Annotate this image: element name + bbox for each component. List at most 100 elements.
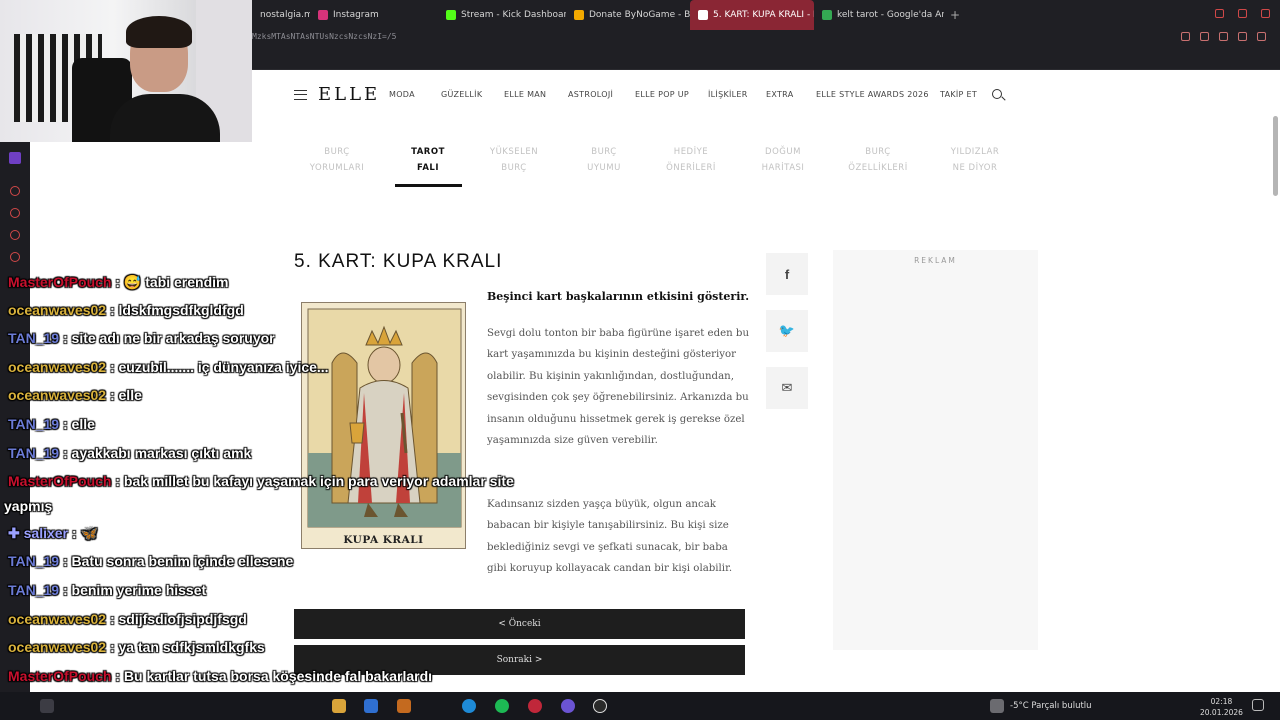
tab-label: kelt tarot - Google'da Ara (837, 10, 944, 20)
notification-icon[interactable] (1252, 699, 1264, 711)
browser-tab[interactable]: nostalgia.mix (252, 0, 310, 30)
clock-icon[interactable] (10, 208, 20, 218)
tab-favicon-icon (318, 10, 328, 20)
chat-message: oceanwaves02 : sdijfsdiofjsipdjfsgd (8, 611, 247, 627)
extensions-icon[interactable] (1200, 32, 1209, 41)
subtab-burc-yorumlari[interactable]: BURÇ YORUMLARI (297, 144, 377, 176)
subtab-hediye-onerileri[interactable]: HEDİYE ÖNERİLERİ (651, 144, 731, 176)
nav-item-style-awards[interactable]: ELLE STYLE AWARDS 2026 (816, 90, 929, 99)
chat-text: : elle (109, 387, 142, 403)
subtab-yukselen-burc[interactable]: YÜKSELEN BURÇ (474, 144, 554, 176)
chat-message: TAN_19 : Batu sonra benim içinde ellesen… (8, 553, 293, 569)
ad-label: REKLAM (914, 256, 957, 265)
chat-text: : benim yerime hisset (62, 582, 207, 598)
github-icon[interactable] (593, 699, 607, 713)
facebook-icon[interactable]: f (766, 253, 808, 295)
weather-icon (990, 699, 1004, 713)
chat-message: oceanwaves02 : ya tan sdfkjsmldkgfks (8, 639, 265, 655)
nav-item-extra[interactable]: EXTRA (766, 90, 794, 99)
browser-tab[interactable]: 5. KART: KUPA KRALI - EL (690, 0, 814, 30)
browser-tab-bar: nostalgia.mix Instagram Stream - Kick Dash… (252, 0, 1280, 30)
close-icon[interactable] (1261, 9, 1270, 18)
maximize-icon[interactable] (1238, 9, 1247, 18)
subtab-burc-ozellikleri[interactable]: BURÇ ÖZELLİKLERİ (838, 144, 918, 176)
weather-text[interactable]: -5°C Parçalı bulutlu (1010, 701, 1092, 711)
chat-text: : site adı ne bir arkadaş soruyor (62, 330, 275, 346)
nav-item-astroloji[interactable]: ASTROLOJİ (568, 90, 613, 99)
tab-label: nostalgia.mix (260, 10, 310, 20)
nav-item-moda[interactable]: MODA (389, 90, 415, 99)
shield-icon[interactable] (1219, 32, 1228, 41)
pin-icon[interactable] (1181, 32, 1190, 41)
subtab-dogum-haritasi[interactable]: DOĞUM HARİTASI (743, 144, 823, 176)
chat-message: TAN_19 : ayakkabı markası çıktı amk (8, 445, 251, 461)
subtab-yildizlar-ne-diyor[interactable]: YILDIZLAR NE DİYOR (935, 144, 1015, 176)
chat-text: : 😅 tabi erendim (115, 274, 229, 290)
subtab-tarot-fali[interactable]: TAROT FALI (388, 144, 468, 176)
nav-item-takip-et[interactable]: TAKİP ET (940, 90, 977, 99)
browser-tab[interactable]: Stream - Kick Dashboard (438, 0, 566, 30)
twitch-icon[interactable] (9, 152, 21, 164)
tab-label: Instagram (333, 10, 379, 20)
search-icon[interactable] (40, 699, 54, 713)
window-controls[interactable] (1215, 9, 1270, 18)
opera-icon[interactable] (528, 699, 542, 713)
article-lead: Beşinci kart başkalarının etkisini göste… (487, 290, 750, 303)
chat-text: : Batu sonra benim içinde ellesene (62, 553, 294, 569)
discord-icon[interactable] (561, 699, 575, 713)
chat-text: : euzubil....... iç dünyanıza iyice... (109, 359, 329, 375)
scrollbar[interactable] (1273, 116, 1278, 196)
heart-icon[interactable] (1257, 32, 1266, 41)
tab-label: Donate ByNoGame - BNG (589, 10, 690, 20)
store-icon[interactable] (364, 699, 378, 713)
spotify-icon[interactable] (495, 699, 509, 713)
chat-message: oceanwaves02 : ldskfmgsdfkgldfgd (8, 302, 244, 318)
site-header: ELLE MODA GÜZELLİK ELLE MAN ASTROLOJİ EL… (252, 70, 1280, 122)
play-circle-icon[interactable] (10, 186, 20, 196)
minimize-icon[interactable] (1215, 9, 1224, 18)
menu-icon[interactable] (294, 90, 307, 100)
chat-message: oceanwaves02 : euzubil....... iç dünyanı… (8, 359, 329, 375)
app-icon[interactable] (397, 699, 411, 713)
chat-text: : ldskfmgsdfkgldfgd (109, 302, 244, 318)
tab-favicon-icon (574, 10, 584, 20)
edge-icon[interactable] (462, 699, 476, 713)
file-explorer-icon[interactable] (332, 699, 346, 713)
subtab-burc-uyumu[interactable]: BURÇ UYUMU (564, 144, 644, 176)
taskbar: -5°C Parçalı bulutlu 02:18 20.01.2026 (0, 692, 1280, 720)
elle-logo[interactable]: ELLE (318, 84, 380, 105)
toolbar-icons (1181, 32, 1266, 41)
previous-button[interactable]: < Önceki (294, 609, 745, 639)
article-title: 5. KART: KUPA KRALI (294, 251, 503, 272)
next-button[interactable]: Sonraki > (294, 645, 745, 675)
chat-message: TAN_19 : benim yerime hisset (8, 582, 206, 598)
active-tab-indicator (395, 184, 462, 187)
article-paragraph-1: Sevgi dolu tonton bir baba figürüne işar… (487, 328, 750, 447)
browser-tab[interactable]: Donate ByNoGame - BNG (566, 0, 690, 30)
settings-icon[interactable] (10, 252, 20, 262)
chat-message: TAN_19 : site adı ne bir arkadaş soruyor (8, 330, 275, 346)
address-bar[interactable]: MzksMTAsNTAsNTUsNzcsNzcsNzI=/5 (252, 30, 1280, 70)
play-icon[interactable] (1238, 32, 1247, 41)
clock[interactable]: 02:18 20.01.2026 (1200, 696, 1243, 718)
nav-item-elle-pop-up[interactable]: ELLE POP UP (635, 90, 689, 99)
nav-item-guzellik[interactable]: GÜZELLİK (441, 90, 482, 99)
tab-favicon-icon (446, 10, 456, 20)
twitter-icon[interactable]: 🐦 (766, 310, 808, 352)
browser-tab[interactable]: Instagram (310, 0, 438, 30)
browser-tab[interactable]: kelt tarot - Google'da Ara (814, 0, 944, 30)
nav-item-elle-man[interactable]: ELLE MAN (504, 90, 546, 99)
new-tab-button[interactable]: + (944, 8, 966, 22)
stream-sidebar (0, 142, 30, 692)
mail-icon[interactable]: ✉ (766, 367, 808, 409)
chat-text: : ya tan sdfkjsmldkgfks (109, 639, 265, 655)
url-text[interactable]: MzksMTAsNTAsNTUsNzcsNzcsNzI=/5 (252, 32, 397, 41)
tab-favicon-icon (698, 10, 708, 20)
search-icon[interactable] (992, 89, 1002, 99)
nav-item-iliskiler[interactable]: İLİŞKİLER (708, 90, 748, 99)
tarot-card-caption: KUPA KRALI (343, 534, 424, 546)
tarot-card-image: KUPA KRALI (301, 302, 466, 549)
streamer (110, 16, 220, 142)
share-icon[interactable] (10, 230, 20, 240)
article-paragraph-2: Kadınsanız sizden yaşça büyük, olgun anc… (487, 499, 733, 575)
